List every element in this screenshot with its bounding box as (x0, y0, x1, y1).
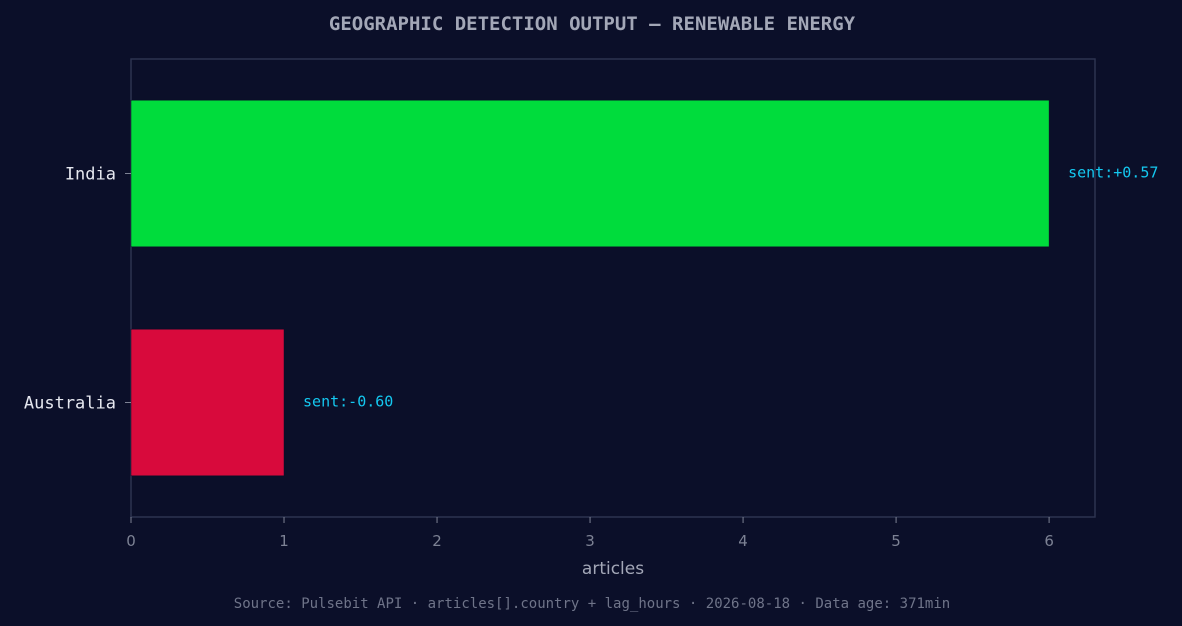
y-tick-label-australia: Australia (24, 394, 116, 414)
x-tick-label: 6 (1044, 532, 1054, 550)
x-tick-label: 4 (738, 532, 748, 550)
x-tick-label: 5 (891, 532, 901, 550)
bar-india (130, 99, 1050, 248)
bar-chart: GEOGRAPHIC DETECTION OUTPUT — RENEWABLE … (24, 13, 1159, 612)
x-tick-label: 3 (585, 532, 595, 550)
y-axis: India Australia (24, 165, 131, 414)
footer-source-text: Source: Pulsebit API · articles[].countr… (234, 596, 950, 612)
bar-australia (130, 328, 285, 477)
chart-title: GEOGRAPHIC DETECTION OUTPUT — RENEWABLE … (329, 13, 856, 35)
x-tick-label: 0 (126, 532, 136, 550)
sentiment-label-australia: sent:-0.60 (303, 393, 393, 411)
x-tick-label: 2 (432, 532, 442, 550)
chart-root: GEOGRAPHIC DETECTION OUTPUT — RENEWABLE … (0, 0, 1182, 626)
x-axis: 0 1 2 3 4 5 6 (126, 517, 1054, 550)
y-tick-label-india: India (65, 165, 116, 185)
x-axis-label: articles (582, 559, 644, 579)
x-tick-label: 1 (279, 532, 289, 550)
sentiment-label-india: sent:+0.57 (1068, 164, 1158, 182)
bars-group (130, 99, 1050, 477)
